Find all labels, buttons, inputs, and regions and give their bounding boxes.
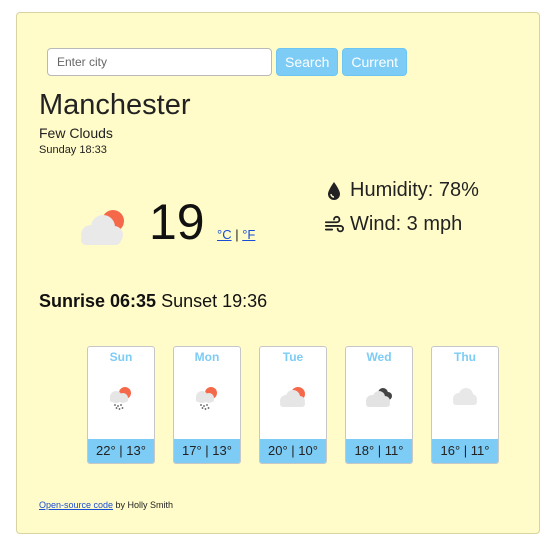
forecast-temp-range: 22° | 13° xyxy=(88,439,154,463)
forecast-day-name: Wed xyxy=(366,350,392,364)
forecast-temp-range: 17° | 13° xyxy=(174,439,240,463)
fahrenheit-link[interactable]: °F xyxy=(242,227,255,242)
search-form: Search Current xyxy=(47,48,408,76)
wind-icon xyxy=(324,215,344,235)
droplet-icon xyxy=(324,181,344,201)
cloud-sun-icon xyxy=(77,205,129,252)
cloud-sun-icon xyxy=(260,385,326,409)
forecast-day-name: Thu xyxy=(454,350,476,364)
search-button[interactable]: Search xyxy=(276,48,339,76)
forecast-day-name: Sun xyxy=(109,350,133,364)
forecast-temp-range: 18° | 11° xyxy=(346,439,412,463)
cloud-icon xyxy=(432,385,498,407)
city-search-input[interactable] xyxy=(47,48,272,76)
wind-text: Wind: 3 mph xyxy=(350,213,463,235)
forecast-day-name: Tue xyxy=(282,350,304,364)
forecast-day-name: Mon xyxy=(194,350,220,364)
sun-times: Sunrise 06:35 Sunset 19:36 xyxy=(39,291,267,312)
humidity-stat: Humidity: 78% xyxy=(324,179,479,202)
footer: Open-source code by Holly Smith xyxy=(39,500,173,510)
sunrise-time: Sunrise 06:35 xyxy=(39,291,157,311)
current-temperature: 19 xyxy=(149,194,205,250)
author-credit: by Holly Smith xyxy=(113,500,174,510)
humidity-text: Humidity: 78% xyxy=(350,179,479,201)
unit-separator: | xyxy=(235,227,239,242)
celsius-link[interactable]: °C xyxy=(217,227,232,242)
rain-cloud-sun-icon xyxy=(174,385,240,411)
forecast-day: Mon 17° | 13° xyxy=(173,346,241,464)
forecast-day: Tue 20° | 10° xyxy=(259,346,327,464)
city-name: Manchester xyxy=(39,89,191,121)
forecast-day: Sun 22° | 13° xyxy=(87,346,155,464)
forecast-temp-range: 16° | 11° xyxy=(432,439,498,463)
sunset-time: Sunset 19:36 xyxy=(161,291,268,311)
weather-card: Search Current Manchester Few Clouds Sun… xyxy=(16,12,540,534)
forecast-day: Wed 18° | 11° xyxy=(345,346,413,464)
forecast-temp-range: 20° | 10° xyxy=(260,439,326,463)
wind-stat: Wind: 3 mph xyxy=(324,213,462,236)
unit-toggle: °C | °F xyxy=(217,227,255,242)
rain-cloud-sun-icon xyxy=(88,385,154,411)
weather-description: Few Clouds xyxy=(39,125,113,141)
forecast-day: Thu 16° | 11° xyxy=(431,346,499,464)
source-code-link[interactable]: Open-source code xyxy=(39,500,113,510)
date-time: Sunday 18:33 xyxy=(39,144,107,156)
broken-clouds-icon xyxy=(346,385,412,409)
current-location-button[interactable]: Current xyxy=(342,48,408,76)
